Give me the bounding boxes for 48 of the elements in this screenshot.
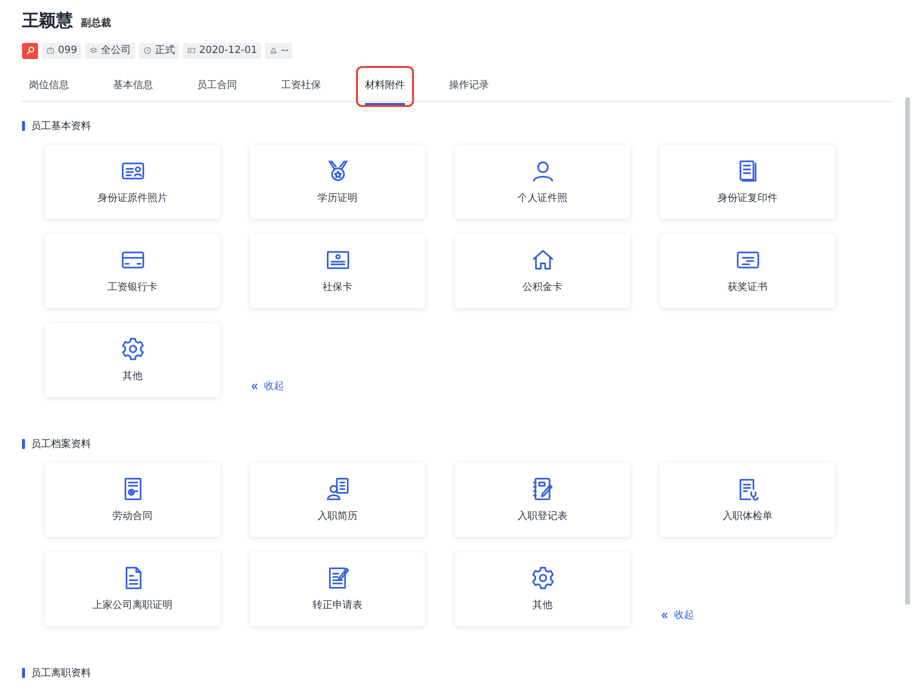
document-card[interactable]: 身份证复印件 bbox=[660, 144, 835, 218]
section-marker bbox=[22, 121, 25, 131]
briefcase-icon bbox=[46, 46, 55, 55]
info-tag: -- bbox=[265, 42, 292, 58]
id-card-icon bbox=[187, 46, 196, 55]
tab[interactable]: 操作记录 bbox=[442, 74, 496, 100]
document-card[interactable]: 工资银行卡 bbox=[45, 234, 220, 308]
tab[interactable]: 基本信息 bbox=[106, 74, 160, 100]
info-tag: 099 bbox=[42, 42, 82, 58]
document-card[interactable]: 公积金卡 bbox=[455, 234, 630, 308]
section-title: 员工基本资料 bbox=[31, 120, 91, 134]
clock-icon bbox=[143, 46, 152, 55]
layers-icon bbox=[89, 46, 98, 55]
document-card[interactable]: 上家公司离职证明 bbox=[45, 552, 220, 626]
collapse-link[interactable]: 收起 bbox=[660, 608, 694, 622]
info-tag: 2020-12-01 bbox=[183, 42, 262, 58]
info-tag: 正式 bbox=[139, 42, 180, 58]
section-title: 员工离职资料 bbox=[31, 666, 91, 680]
document-card[interactable]: 入职登记表 bbox=[455, 462, 630, 536]
collapse-link[interactable]: 收起 bbox=[250, 378, 284, 394]
document-card[interactable]: 入职体检单 bbox=[660, 462, 835, 536]
employee-name: 王颖慧 bbox=[22, 10, 73, 33]
document-card[interactable]: 个人证件照 bbox=[455, 144, 630, 218]
tab[interactable]: 员工合同 bbox=[190, 74, 244, 100]
resume-icon bbox=[324, 476, 350, 502]
document-card[interactable]: 其他 bbox=[455, 552, 630, 626]
double-chevron-icon bbox=[250, 382, 259, 390]
info-tag: 全公司 bbox=[85, 42, 136, 58]
double-chevron-icon bbox=[660, 610, 669, 620]
section-marker bbox=[22, 668, 25, 678]
document-card[interactable]: 入职简历 bbox=[250, 462, 425, 536]
position-label: 副总裁 bbox=[81, 16, 111, 30]
scrollbar[interactable] bbox=[905, 97, 910, 605]
section-title: 员工档案资料 bbox=[31, 438, 91, 452]
bell-icon bbox=[269, 46, 278, 55]
section-marker bbox=[22, 439, 25, 449]
tab[interactable]: 工资社保 bbox=[274, 74, 328, 100]
document-card[interactable]: 劳动合同 bbox=[45, 462, 220, 536]
document-card[interactable]: 身份证原件照片 bbox=[45, 144, 220, 218]
document-card[interactable]: 学历证明 bbox=[250, 144, 425, 218]
tab[interactable]: 岗位信息 bbox=[22, 74, 76, 100]
gear-icon bbox=[530, 564, 556, 590]
gear-icon bbox=[120, 336, 146, 362]
document-card[interactable]: 社保卡 bbox=[250, 234, 425, 308]
document-card[interactable]: 其他 bbox=[45, 322, 220, 396]
document-card[interactable]: 转正申请表 bbox=[250, 552, 425, 626]
tab[interactable]: 材料附件 bbox=[358, 68, 412, 104]
document-card[interactable]: 获奖证书 bbox=[660, 234, 835, 308]
